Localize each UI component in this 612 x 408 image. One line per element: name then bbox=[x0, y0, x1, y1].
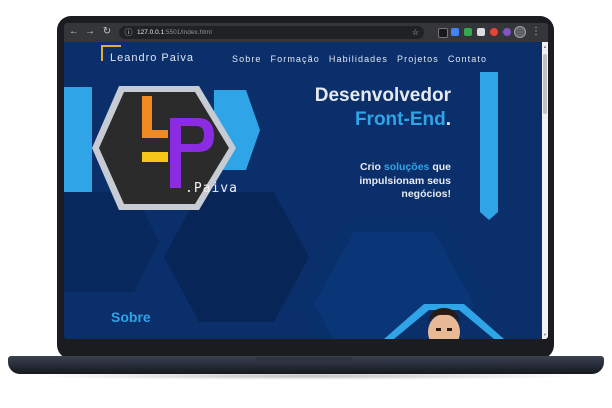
browser-menu-icon[interactable]: ⋮ bbox=[530, 25, 542, 39]
nav-link-sobre[interactable]: Sobre bbox=[232, 54, 262, 64]
hero-subtitle-text: Front-End bbox=[354, 109, 446, 130]
laptop-screen: ← → ↻ ⓘ 127.0.0.1:5501/index.html ☆ ⋮ .P… bbox=[64, 23, 548, 339]
scroll-up-icon[interactable]: ▲ bbox=[542, 44, 548, 49]
extension-icon-4[interactable] bbox=[477, 28, 485, 36]
portfolio-page: .Paiva Leandro Paiva Sobre Formação Habi… bbox=[64, 42, 542, 339]
profile-avatar-icon[interactable] bbox=[514, 26, 526, 38]
main-nav: Sobre Formação Habilidades Projetos Cont… bbox=[232, 54, 496, 64]
forward-arrow-icon[interactable]: → bbox=[83, 25, 97, 39]
scrollbar-thumb[interactable] bbox=[543, 54, 547, 114]
hero-title: Desenvolvedor bbox=[314, 85, 451, 106]
extension-icon-6[interactable] bbox=[503, 28, 511, 36]
url-host: 127.0.0.1 bbox=[137, 29, 165, 36]
hero-subtitle: Front-End. bbox=[311, 108, 451, 131]
site-info-icon[interactable]: ⓘ bbox=[123, 27, 134, 38]
reload-icon[interactable]: ↻ bbox=[100, 25, 114, 39]
tagline-highlight: soluções bbox=[383, 161, 430, 173]
extension-icon-2[interactable] bbox=[451, 28, 459, 36]
section-heading-sobre: Sobre bbox=[111, 309, 151, 325]
decorative-cyan-bar bbox=[480, 72, 498, 220]
laptop-notch bbox=[256, 357, 352, 364]
brand-name[interactable]: Leandro Paiva bbox=[110, 52, 194, 64]
extension-icon-1[interactable] bbox=[438, 28, 448, 38]
tagline-start: Crio bbox=[359, 161, 384, 173]
nav-link-contato[interactable]: Contato bbox=[448, 54, 487, 64]
logo-word: .Paiva bbox=[185, 181, 238, 196]
nav-link-projetos[interactable]: Projetos bbox=[397, 54, 439, 64]
address-bar[interactable]: ⓘ 127.0.0.1:5501/index.html ☆ bbox=[119, 26, 424, 39]
avatar-photo bbox=[384, 304, 504, 339]
nav-link-habilidades[interactable]: Habilidades bbox=[329, 54, 388, 64]
hero-subtitle-dot: . bbox=[445, 109, 451, 130]
extension-icon-3[interactable] bbox=[464, 28, 472, 36]
scroll-down-icon[interactable]: ▼ bbox=[542, 332, 548, 337]
bookmark-star-icon[interactable]: ☆ bbox=[412, 26, 419, 39]
browser-toolbar: ← → ↻ ⓘ 127.0.0.1:5501/index.html ☆ ⋮ bbox=[64, 23, 548, 42]
nav-link-formacao[interactable]: Formação bbox=[271, 54, 320, 64]
url-path: :5501/index.html bbox=[164, 29, 212, 36]
url-text: 127.0.0.1:5501/index.html bbox=[137, 26, 212, 39]
extension-icon-5[interactable] bbox=[490, 28, 498, 36]
back-arrow-icon[interactable]: ← bbox=[67, 25, 81, 39]
page-scrollbar[interactable]: ▲ ▼ bbox=[542, 42, 548, 339]
hero-tagline: Crio soluções que impulsionam seus negóc… bbox=[336, 161, 451, 202]
